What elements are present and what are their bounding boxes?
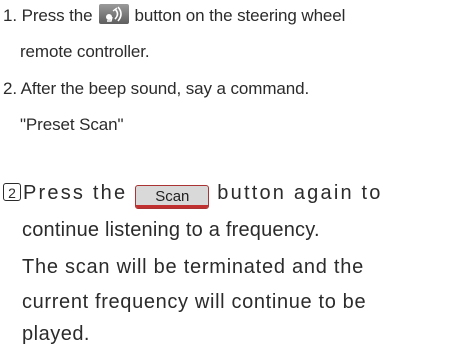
note-line-4: current frequency will continue to be: [22, 291, 367, 313]
note-line-3: The scan will be terminated and the: [22, 256, 364, 278]
step-2-line-1: 2. After the beep sound, say a command.: [3, 79, 310, 98]
step-1-line-1: 1. Press the button on the steering whee…: [3, 4, 345, 26]
step-1-suffix: button on the steering wheel: [134, 6, 346, 25]
step-1-prefix: 1. Press the: [3, 6, 93, 25]
step-1-line-2: remote controller.: [20, 42, 150, 61]
scan-button: Scan: [135, 185, 210, 209]
note-line-2: continue listening to a frequency.: [22, 219, 320, 241]
voice-recognition-icon: [105, 6, 122, 22]
step-2-line-2: "Preset Scan": [20, 115, 124, 134]
note-line-5: played.: [22, 323, 90, 345]
note-suffix: button again to: [217, 182, 383, 204]
note-line-1: 2 Press the Scan button again to: [3, 182, 383, 209]
note-prefix: Press the: [23, 182, 128, 204]
voice-command-button: [98, 4, 129, 24]
note-marker: 2: [3, 183, 21, 201]
